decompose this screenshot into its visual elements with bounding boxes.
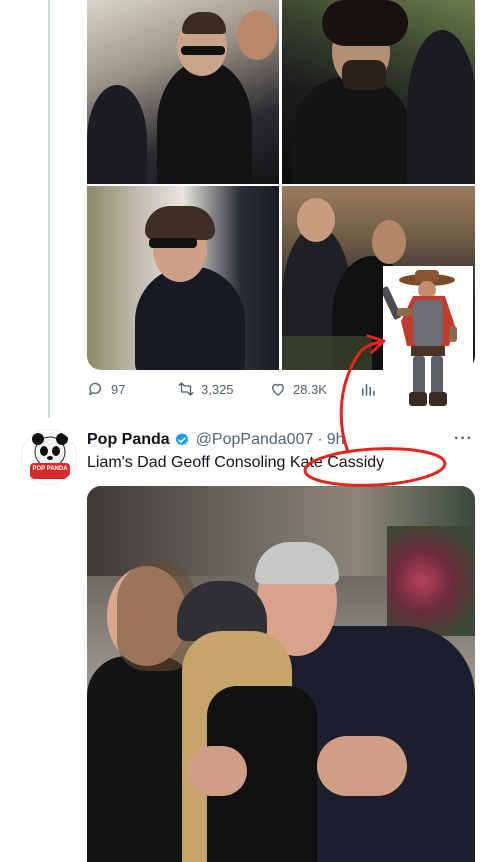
panda-avatar-icon xyxy=(22,430,76,484)
tweet-text-highlight: Kate Cassidy xyxy=(289,454,385,471)
grid-photo-2[interactable] xyxy=(282,0,475,184)
bar-chart-icon xyxy=(362,383,375,396)
thread-connector-line xyxy=(48,0,50,418)
retweet-count: 3,325 xyxy=(201,381,234,397)
time-separator: · xyxy=(317,431,323,448)
reply-count: 97 xyxy=(111,381,126,397)
reply-bubble-icon xyxy=(88,382,102,396)
timestamp[interactable]: 9h xyxy=(327,431,345,449)
verified-badge-icon xyxy=(175,433,189,446)
reply-action[interactable]: 97 xyxy=(87,380,125,398)
prev-tweet-action-bar: 97 3,325 28.3K xyxy=(87,378,475,402)
display-name[interactable]: Pop Panda xyxy=(87,431,170,449)
grid-photo-3[interactable] xyxy=(87,186,279,370)
retweet-icon xyxy=(178,382,194,396)
avatar-label: POP PANDA xyxy=(32,466,68,472)
more-dots-icon[interactable]: ··· xyxy=(454,430,473,448)
grid-photo-1[interactable] xyxy=(87,0,279,184)
tweet-header: Pop Panda @PopPanda007 · 9h xyxy=(87,430,344,450)
like-count: 28.3K xyxy=(293,381,327,397)
views-action[interactable] xyxy=(359,380,377,398)
handle[interactable]: @PopPanda007 xyxy=(196,431,314,449)
tweet-text-prefix: Liam's Dad Geoff Consoling xyxy=(87,454,290,471)
heart-icon xyxy=(272,383,284,396)
avatar[interactable]: POP PANDA xyxy=(21,429,77,485)
tweet-photo[interactable] xyxy=(87,486,475,862)
like-action[interactable]: 28.3K xyxy=(269,380,327,398)
tweet-text: Liam's Dad Geoff Consoling Kate Cassidy xyxy=(87,454,384,472)
retweet-action[interactable]: 3,325 xyxy=(177,380,234,398)
